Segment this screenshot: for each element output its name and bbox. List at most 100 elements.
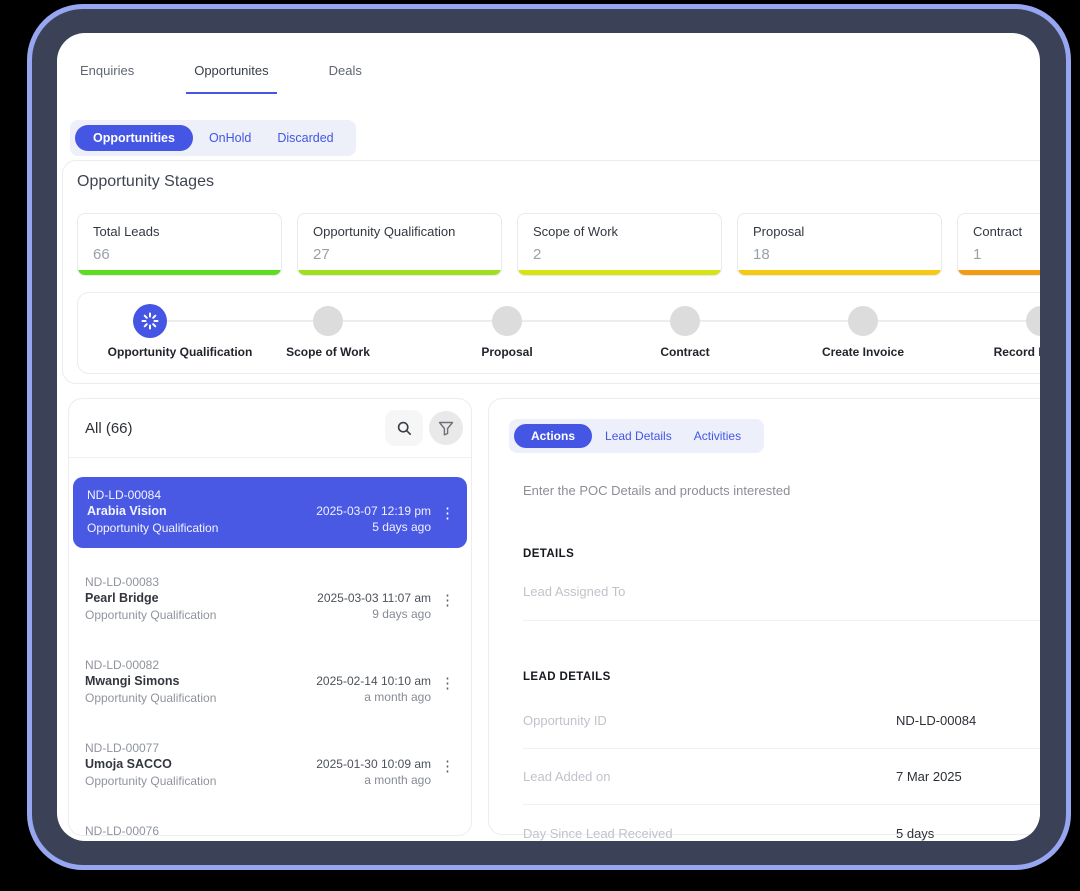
lead-details-section-heading: LEAD DETAILS	[523, 671, 1040, 683]
stat-value: 18	[753, 246, 926, 263]
lead-time-block: 2025-01-30 10:09 am a month ago	[316, 756, 431, 789]
lead-id: ND-LD-00084	[87, 488, 453, 503]
stat-card-proposal[interactable]: Proposal 18	[737, 213, 942, 276]
lead-id: ND-LD-00082	[85, 658, 453, 673]
step-node-contract[interactable]	[670, 306, 700, 336]
detail-content: Enter the POC Details and products inter…	[523, 453, 1040, 841]
detail-row-lead-added-on: Lead Added on 7 Mar 2025	[523, 749, 1040, 805]
lead-item-nd-ld-00077[interactable]: ND-LD-00077 Umoja SACCO Opportunity Qual…	[73, 720, 467, 803]
stat-card-scope-of-work[interactable]: Scope of Work 2	[517, 213, 722, 276]
lead-details-rows: Opportunity ID ND-LD-00084 Lead Added on…	[523, 693, 1040, 841]
lead-datetime: 2025-03-03 11:07 am	[317, 590, 431, 606]
lead-item-nd-ld-00082[interactable]: ND-LD-00082 Mwangi Simons Opportunity Qu…	[73, 637, 467, 720]
poc-instruction-text: Enter the POC Details and products inter…	[523, 483, 1040, 498]
stages-title: Opportunity Stages	[77, 173, 214, 191]
step-node-opportunity-qualification[interactable]	[133, 304, 167, 338]
kebab-menu-icon[interactable]: ⋮	[440, 594, 455, 608]
leads-count-title: All (66)	[85, 420, 133, 437]
lead-datetime: 2025-02-14 10:10 am	[316, 673, 431, 689]
stat-color-bar	[78, 270, 281, 275]
stat-label: Contract	[973, 224, 1040, 239]
stat-card-contract[interactable]: Contract 1	[957, 213, 1040, 276]
stat-value: 27	[313, 246, 486, 263]
details-section-heading: DETAILS	[523, 548, 1040, 560]
lead-id: ND-LD-00083	[85, 575, 453, 590]
lead-id: ND-LD-00076	[85, 824, 453, 836]
lead-time-ago: 5 days ago	[316, 519, 431, 536]
filter-button[interactable]	[429, 411, 463, 445]
leads-list-panel: All (66)	[68, 398, 472, 836]
stat-label: Total Leads	[93, 224, 266, 239]
lead-time-ago: a month ago	[316, 689, 431, 706]
lead-item-nd-ld-00084[interactable]: ND-LD-00084 Arabia Vision Opportunity Qu…	[73, 477, 467, 548]
stat-color-bar	[738, 270, 941, 275]
detail-row-label: Day Since Lead Received	[523, 826, 896, 841]
tab-activities[interactable]: Activities	[685, 425, 750, 447]
leads-list-header: All (66)	[69, 399, 471, 458]
lead-datetime: 2025-01-30 10:09 am	[316, 756, 431, 772]
detail-tab-pills: Actions Lead Details Activities	[509, 419, 764, 453]
step-node-create-invoice[interactable]	[848, 306, 878, 336]
tab-lead-details[interactable]: Lead Details	[596, 425, 681, 447]
stage-stat-cards: Total Leads 66 Opportunity Qualification…	[77, 213, 1040, 276]
stat-color-bar	[518, 270, 721, 275]
search-icon	[396, 420, 413, 437]
stat-color-bar	[958, 270, 1040, 275]
step-node-proposal[interactable]	[492, 306, 522, 336]
lead-time-ago: a month ago	[316, 772, 431, 789]
viewport: Enquiries Opportunites Deals Opportuniti…	[0, 0, 1080, 891]
lead-detail-panel: Actions Lead Details Activities Enter th…	[488, 398, 1040, 835]
lead-item-nd-ld-00076[interactable]: ND-LD-00076	[73, 803, 467, 836]
stat-value: 2	[533, 246, 706, 263]
opportunity-stages-section: Opportunity Stages Total Leads 66 Opport…	[62, 160, 1040, 384]
detail-row-label: Lead Added on	[523, 769, 896, 784]
step-label: Contract	[585, 345, 785, 359]
search-button[interactable]	[385, 410, 423, 446]
step-node-scope-of-work[interactable]	[313, 306, 343, 336]
step-node-record-payment[interactable]	[1026, 306, 1040, 336]
detail-row-label: Opportunity ID	[523, 713, 896, 728]
tab-actions[interactable]: Actions	[514, 424, 592, 448]
pill-discarded[interactable]: Discarded	[267, 126, 343, 150]
lead-assigned-to-field[interactable]: Lead Assigned To	[523, 584, 1040, 621]
tab-enquiries[interactable]: Enquiries	[72, 57, 142, 94]
stat-card-total-leads[interactable]: Total Leads 66	[77, 213, 282, 276]
stat-value: 1	[973, 246, 1040, 263]
stat-value: 66	[93, 246, 266, 263]
stat-card-opportunity-qualification[interactable]: Opportunity Qualification 27	[297, 213, 502, 276]
step-label: Record Payment	[941, 345, 1040, 359]
detail-row-opportunity-id: Opportunity ID ND-LD-00084	[523, 693, 1040, 749]
kebab-menu-icon[interactable]: ⋮	[440, 760, 455, 774]
step-label: Proposal	[407, 345, 607, 359]
step-label: Scope of Work	[228, 345, 428, 359]
lead-time-ago: 9 days ago	[317, 606, 431, 623]
top-tab-bar: Enquiries Opportunites Deals	[72, 57, 370, 94]
view-filter-pills: Opportunities OnHold Discarded	[70, 120, 356, 156]
spinner-icon	[141, 312, 159, 330]
detail-row-day-since-lead-received: Day Since Lead Received 5 days	[523, 805, 1040, 841]
lead-time-block: 2025-03-07 12:19 pm 5 days ago	[316, 503, 431, 536]
leads-list: ND-LD-00084 Arabia Vision Opportunity Qu…	[69, 458, 471, 836]
stepper-connector	[150, 320, 1040, 322]
tab-deals[interactable]: Deals	[321, 57, 370, 94]
tab-opportunites[interactable]: Opportunites	[186, 57, 276, 94]
detail-row-value: ND-LD-00084	[896, 713, 976, 728]
step-label: Create Invoice	[763, 345, 963, 359]
pill-opportunities[interactable]: Opportunities	[75, 125, 193, 151]
detail-row-value: 5 days	[896, 826, 934, 841]
stage-stepper: Opportunity Qualification Scope of Work …	[77, 292, 1040, 374]
lead-datetime: 2025-03-07 12:19 pm	[316, 503, 431, 519]
lead-item-nd-ld-00083[interactable]: ND-LD-00083 Pearl Bridge Opportunity Qua…	[73, 554, 467, 637]
stat-color-bar	[298, 270, 501, 275]
stat-label: Opportunity Qualification	[313, 224, 486, 239]
kebab-menu-icon[interactable]: ⋮	[440, 507, 455, 521]
kebab-menu-icon[interactable]: ⋮	[440, 677, 455, 691]
filter-funnel-icon	[438, 421, 454, 436]
stat-label: Scope of Work	[533, 224, 706, 239]
stat-label: Proposal	[753, 224, 926, 239]
lead-id: ND-LD-00077	[85, 741, 453, 756]
pill-onhold[interactable]: OnHold	[199, 126, 261, 150]
app-window: Enquiries Opportunites Deals Opportuniti…	[57, 33, 1040, 841]
lead-time-block: 2025-03-03 11:07 am 9 days ago	[317, 590, 431, 623]
lead-time-block: 2025-02-14 10:10 am a month ago	[316, 673, 431, 706]
